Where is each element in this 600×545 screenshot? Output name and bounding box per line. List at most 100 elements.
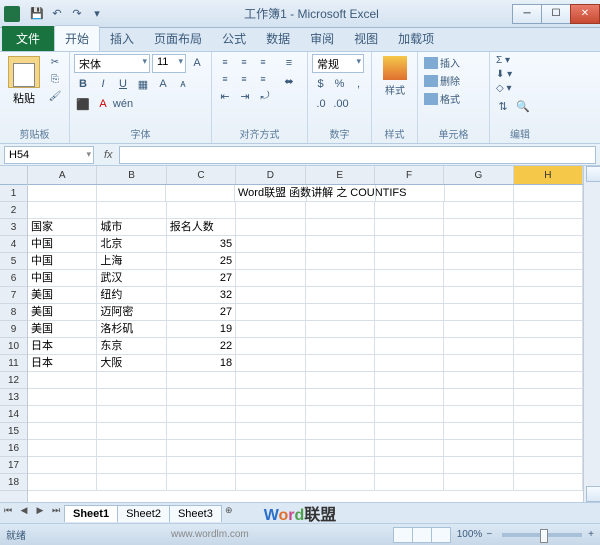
cell[interactable] <box>97 406 166 423</box>
cell[interactable] <box>514 474 583 491</box>
cell[interactable] <box>28 406 97 423</box>
cell[interactable]: 美国 <box>28 321 97 338</box>
cell[interactable] <box>444 219 513 236</box>
cell[interactable] <box>28 372 97 389</box>
cell[interactable] <box>514 423 583 440</box>
cell[interactable] <box>514 253 583 270</box>
cell[interactable] <box>375 304 444 321</box>
wrap-text-button[interactable]: ≡ <box>280 54 298 72</box>
cell[interactable] <box>97 440 166 457</box>
cell[interactable]: 上海 <box>97 253 166 270</box>
styles-button[interactable]: 样式 <box>376 54 414 97</box>
cell[interactable] <box>236 321 305 338</box>
cell[interactable] <box>514 406 583 423</box>
percent-icon[interactable]: % <box>331 75 348 93</box>
cell[interactable] <box>236 389 305 406</box>
cell[interactable]: 18 <box>167 355 236 372</box>
cell[interactable] <box>28 440 97 457</box>
col-header-B[interactable]: B <box>97 166 166 184</box>
cell[interactable] <box>444 321 513 338</box>
cell[interactable] <box>236 338 305 355</box>
row-header[interactable]: 3 <box>0 219 27 236</box>
cell[interactable] <box>167 372 236 389</box>
cell[interactable]: 32 <box>167 287 236 304</box>
font-name-combo[interactable]: 宋体 <box>74 54 150 73</box>
col-header-H[interactable]: H <box>514 166 583 184</box>
cell[interactable] <box>28 457 97 474</box>
cell[interactable] <box>306 440 375 457</box>
file-tab[interactable]: 文件 <box>2 26 54 51</box>
cell[interactable] <box>236 236 305 253</box>
font-size-combo[interactable]: 11 <box>152 54 186 73</box>
cell[interactable] <box>306 406 375 423</box>
orientation-icon[interactable]: ⤾ <box>256 87 274 105</box>
zoom-slider[interactable] <box>502 533 582 537</box>
cell[interactable] <box>514 355 583 372</box>
cell[interactable] <box>514 202 583 219</box>
cell[interactable]: 中国 <box>28 270 97 287</box>
undo-icon[interactable]: ↶ <box>48 5 66 23</box>
cell[interactable]: 27 <box>167 270 236 287</box>
align-right-icon[interactable]: ≡ <box>254 71 272 87</box>
cell[interactable]: 35 <box>167 236 236 253</box>
tab-review[interactable]: 审阅 <box>300 26 344 51</box>
tab-formulas[interactable]: 公式 <box>212 26 256 51</box>
col-header-A[interactable]: A <box>28 166 97 184</box>
fill-button[interactable]: ⬇ ▾ <box>494 68 546 81</box>
cell[interactable] <box>167 389 236 406</box>
bold-button[interactable]: B <box>74 75 92 93</box>
cell[interactable] <box>236 270 305 287</box>
cell[interactable] <box>28 202 97 219</box>
align-left-icon[interactable]: ≡ <box>216 71 234 87</box>
row-header[interactable]: 16 <box>0 440 27 457</box>
row-header[interactable]: 14 <box>0 406 27 423</box>
row-header[interactable]: 8 <box>0 304 27 321</box>
sheet-tab-3[interactable]: Sheet3 <box>169 505 222 522</box>
cell[interactable]: 美国 <box>28 304 97 321</box>
row-header[interactable]: 9 <box>0 321 27 338</box>
cell[interactable]: 东京 <box>97 338 166 355</box>
cell[interactable] <box>167 474 236 491</box>
cell[interactable] <box>236 406 305 423</box>
cell[interactable] <box>514 287 583 304</box>
cell[interactable] <box>375 423 444 440</box>
cell[interactable] <box>307 185 376 202</box>
cell[interactable] <box>236 474 305 491</box>
cell[interactable] <box>375 389 444 406</box>
cell[interactable] <box>306 270 375 287</box>
col-header-D[interactable]: D <box>236 166 305 184</box>
cell[interactable] <box>306 355 375 372</box>
cell[interactable] <box>375 440 444 457</box>
qat-dropdown-icon[interactable]: ▾ <box>88 5 106 23</box>
cell[interactable] <box>236 372 305 389</box>
cut-icon[interactable]: ✂ <box>46 54 64 70</box>
cell[interactable] <box>306 338 375 355</box>
formula-input[interactable] <box>119 146 596 164</box>
cell[interactable]: 国家 <box>28 219 97 236</box>
cell[interactable] <box>306 321 375 338</box>
cell[interactable]: 中国 <box>28 253 97 270</box>
cell[interactable]: 中国 <box>28 236 97 253</box>
cell[interactable] <box>236 304 305 321</box>
cell[interactable] <box>167 440 236 457</box>
row-header[interactable]: 17 <box>0 457 27 474</box>
select-all-corner[interactable] <box>0 166 27 185</box>
cell[interactable] <box>167 423 236 440</box>
cell[interactable] <box>444 389 513 406</box>
close-button[interactable]: ✕ <box>570 4 600 24</box>
cell[interactable] <box>166 185 235 202</box>
cell[interactable] <box>375 338 444 355</box>
cell[interactable]: 城市 <box>97 219 166 236</box>
tab-nav-last[interactable]: ⏭ <box>48 505 64 521</box>
row-header[interactable]: 15 <box>0 423 27 440</box>
cell[interactable] <box>375 202 444 219</box>
cell[interactable] <box>375 321 444 338</box>
cell[interactable] <box>444 440 513 457</box>
number-format-combo[interactable]: 常规 <box>312 54 364 73</box>
cell[interactable] <box>514 372 583 389</box>
view-normal-icon[interactable] <box>393 527 413 543</box>
cell[interactable] <box>444 355 513 372</box>
tab-data[interactable]: 数据 <box>256 26 300 51</box>
cell[interactable]: 报名人数 <box>167 219 236 236</box>
col-header-F[interactable]: F <box>375 166 444 184</box>
